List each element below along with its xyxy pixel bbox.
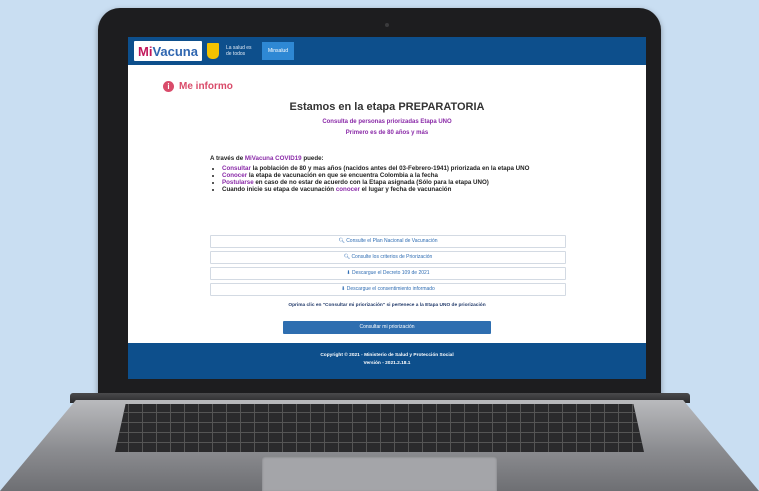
resource-links: 🔍︎ Consulte el Plan Nacional de Vacunaci… — [210, 235, 566, 299]
search-icon: 🔍︎ — [343, 254, 351, 260]
intro-brand: MiVacuna COVID19 — [244, 155, 302, 162]
subtitle-consulta: Consulta de personas priorizadas Etapa U… — [322, 119, 452, 125]
logo-vacuna-text: Vacuna — [152, 43, 198, 59]
list-item-text: en caso de no estar de acuerdo con la Et… — [253, 179, 489, 186]
list-item: Cuando inicie su etapa de vacunación con… — [222, 186, 566, 193]
download-icon: ⬇ — [341, 286, 346, 292]
list-item-text: el lugar y fecha de vacunación — [359, 186, 452, 193]
laptop-camera — [385, 23, 389, 27]
consultar-link[interactable]: Consultar — [222, 165, 251, 172]
decreto-download-link[interactable]: ⬇ Descargue el Decreto 109 de 2021 — [210, 267, 566, 280]
mivacuna-logo[interactable]: Mi Vacuna — [134, 41, 202, 61]
gov-slogan: La salud es de todos — [225, 45, 252, 57]
site-footer: Copyright © 2021 - Ministerio de Salud y… — [128, 343, 646, 379]
intro-text: A través de — [210, 155, 245, 162]
section-heading: i Me informo — [163, 81, 233, 92]
info-icon: i — [163, 81, 174, 92]
list-item-prefix: Cuando inicie su etapa de vacunación — [222, 186, 336, 193]
info-intro: A través de MiVacuna COVID19 puede: — [210, 155, 566, 162]
conocer-lugar-link[interactable]: conocer — [336, 186, 360, 193]
link-label: Consulte los criterios de Priorización — [351, 254, 433, 260]
link-label: Descargue el consentimiento informado — [346, 286, 435, 292]
link-label: Consulte el Plan Nacional de Vacunación — [346, 238, 438, 244]
colombia-shield-icon — [205, 42, 220, 60]
info-list: Consultar la población de 80 y mas años … — [210, 165, 566, 193]
instruction-note: Oprima clic en "Consultar mi priorizació… — [288, 303, 486, 308]
subtitle-priority: Primero es de 80 años y más — [345, 130, 429, 136]
copyright-text: Copyright © 2021 - Ministerio de Salud y… — [320, 353, 454, 358]
list-item: Conocer la etapa de vacunación en que se… — [222, 172, 566, 179]
intro-suffix: puede: — [301, 155, 324, 162]
laptop-trackpad — [262, 456, 497, 491]
list-item-text: la etapa de vacunación en que se encuent… — [247, 172, 438, 179]
site-header: Mi Vacuna La salud es de todos Minsalud — [128, 37, 646, 65]
link-label: Descargue el Decreto 109 de 2021 — [352, 270, 430, 276]
minsalud-button[interactable]: Minsalud — [261, 42, 294, 60]
list-item: Consultar la población de 80 y mas años … — [222, 165, 566, 172]
list-item: Postularse en caso de no estar de acuerd… — [222, 179, 566, 186]
list-item-text: la población de 80 y mas años (nacidos a… — [250, 165, 530, 172]
page-title: Estamos en la etapa PREPARATORIA — [289, 101, 485, 113]
laptop-keyboard — [115, 404, 644, 452]
criterios-priorizacion-link[interactable]: 🔍︎ Consulte los criterios de Priorizació… — [210, 251, 566, 264]
plan-nacional-link[interactable]: 🔍︎ Consulte el Plan Nacional de Vacunaci… — [210, 235, 566, 248]
browser-screen: Mi Vacuna La salud es de todos Minsalud i… — [128, 37, 646, 379]
consultar-priorizacion-button[interactable]: Consultar mi priorización — [283, 321, 491, 334]
postularse-link[interactable]: Postularse — [222, 179, 254, 186]
info-box: A través de MiVacuna COVID19 puede: Cons… — [210, 155, 566, 193]
logo-mi-text: Mi — [138, 43, 153, 59]
version-text: Versión - 2021.2.18.1 — [363, 361, 411, 366]
search-icon: 🔍︎ — [338, 238, 345, 244]
conocer-link[interactable]: Conocer — [222, 172, 247, 179]
download-icon: ⬇ — [346, 270, 351, 276]
consentimiento-download-link[interactable]: ⬇ Descargue el consentimiento informado — [210, 283, 566, 296]
section-title: Me informo — [179, 81, 233, 92]
